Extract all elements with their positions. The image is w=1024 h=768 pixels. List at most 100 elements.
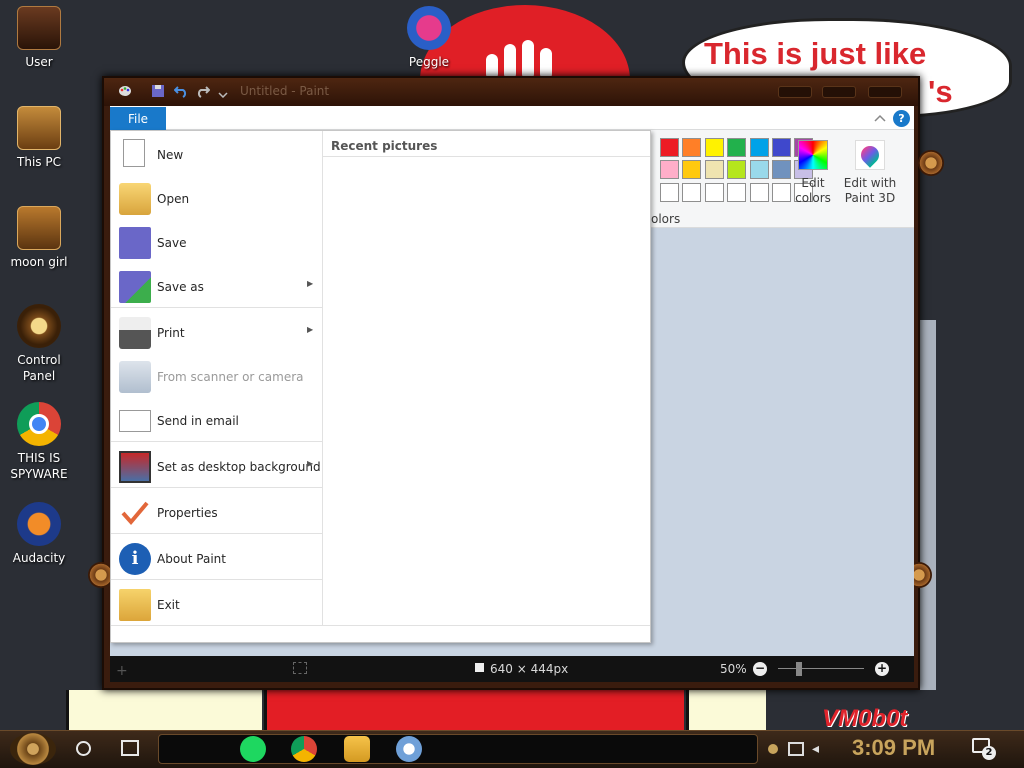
save-icon[interactable] — [151, 84, 165, 98]
notifications-icon[interactable]: 2 — [972, 738, 996, 760]
desktop-icon-spyware[interactable]: THIS IS SPYWARE — [0, 402, 78, 482]
menu-item-label: About Paint — [157, 552, 226, 566]
paint-icon[interactable] — [396, 736, 422, 762]
color-swatch[interactable] — [727, 160, 747, 180]
color-swatch[interactable] — [682, 138, 702, 157]
chevron-down-icon[interactable] — [216, 84, 230, 98]
color-swatch[interactable] — [660, 138, 679, 157]
color-swatch[interactable] — [749, 138, 769, 157]
collapse-ribbon-icon[interactable] — [874, 113, 886, 123]
peggle-icon — [407, 6, 451, 50]
tray-expand-icon[interactable] — [768, 744, 778, 754]
chrome-icon — [17, 402, 61, 446]
gear-icon — [918, 150, 944, 176]
desktop-icon-moon-girl[interactable]: moon girl — [0, 206, 78, 270]
checkmark-icon — [119, 497, 151, 529]
file-menu-commands: New Open Save Save as ▶ Print ▶ From scanner or… — [111, 131, 323, 625]
image-size-icon — [475, 663, 484, 672]
desktop-icon-label: Peggle — [408, 55, 450, 69]
cursor-position-icon: + — [116, 663, 128, 679]
menu-item-label: Save — [157, 236, 187, 250]
volume-muted-icon[interactable]: ◂ — [812, 741, 819, 757]
zoom-in-button[interactable]: + — [875, 662, 889, 676]
color-swatch[interactable] — [704, 182, 724, 202]
desktop-icon-audacity[interactable]: Audacity — [0, 502, 78, 566]
computer-icon — [17, 106, 61, 150]
zoom-out-button[interactable]: − — [753, 662, 767, 676]
file-menu-item-new[interactable]: New — [111, 133, 323, 177]
desktop-icon-peggle[interactable]: Peggle — [390, 6, 468, 70]
color-swatch[interactable] — [660, 160, 679, 180]
desktop-icon-label: User — [25, 55, 53, 69]
menu-item-label: Set as desktop background — [157, 460, 321, 474]
recent-pictures-divider — [323, 156, 650, 157]
colors-group-label: olors — [651, 212, 681, 226]
desktop-icon-user[interactable]: User — [0, 6, 78, 70]
exit-icon — [119, 589, 151, 621]
scanner-icon — [119, 361, 151, 393]
color-swatch[interactable] — [749, 182, 769, 202]
edit-colors-button[interactable]: Edit colors — [788, 176, 838, 206]
file-menu-item-set-as-desktop-background[interactable]: Set as desktop background ▶ — [111, 445, 323, 489]
file-tab[interactable]: File — [110, 107, 166, 130]
color-swatch[interactable] — [772, 138, 791, 157]
file-menu-item-print[interactable]: Print ▶ — [111, 311, 323, 355]
color-swatch[interactable] — [704, 138, 724, 157]
menu-item-label: From scanner or camera — [157, 370, 304, 384]
maximize-button[interactable] — [822, 86, 856, 98]
color-swatch[interactable] — [727, 182, 747, 202]
desktop-icon-label: This PC — [17, 155, 61, 169]
paint-app-icon — [119, 86, 131, 96]
info-icon: i — [119, 543, 151, 575]
desktop-icon-this-pc[interactable]: This PC — [0, 106, 78, 170]
file-menu-item-exit[interactable]: Exit — [111, 583, 323, 627]
new-document-icon — [123, 139, 145, 167]
chevron-right-icon: ▶ — [307, 279, 314, 288]
clock[interactable]: 3:09 PM — [852, 735, 935, 761]
file-explorer-icon[interactable] — [344, 736, 370, 762]
color-swatch[interactable] — [727, 138, 747, 157]
desktop-icon-label: Control Panel — [17, 353, 61, 383]
network-icon[interactable] — [788, 742, 804, 756]
file-menu-item-about-paint[interactable]: i About Paint — [111, 537, 323, 581]
file-menu-item-open[interactable]: Open — [111, 177, 323, 221]
file-menu-item-save-as[interactable]: Save as ▶ — [111, 265, 323, 309]
redo-icon[interactable] — [196, 84, 210, 98]
audacity-icon — [17, 502, 61, 546]
color-swatch[interactable] — [749, 160, 769, 180]
zoom-slider-handle[interactable] — [796, 662, 802, 676]
selection-size-icon — [293, 662, 307, 674]
control-panel-icon — [17, 304, 61, 348]
undo-icon[interactable] — [174, 84, 188, 98]
task-view-icon[interactable] — [121, 740, 139, 756]
wallpaper-panel-red — [264, 690, 684, 730]
wallpaper-hand-graphic — [486, 40, 552, 80]
color-swatch[interactable] — [682, 160, 702, 180]
chrome-icon[interactable] — [291, 736, 317, 762]
spotify-icon[interactable] — [240, 736, 266, 762]
close-button[interactable] — [868, 86, 902, 98]
color-swatch[interactable] — [660, 182, 679, 202]
desktop-icon-label: Audacity — [12, 551, 66, 565]
wallpaper-bubble-text-2: 's — [928, 74, 953, 109]
folder-icon — [17, 206, 61, 250]
file-menu-item-properties[interactable]: Properties — [111, 491, 323, 535]
desktop-background-icon — [119, 451, 151, 483]
file-menu-divider — [111, 625, 650, 626]
color-swatch[interactable] — [682, 182, 702, 202]
edit-with-paint3d-button[interactable]: Edit with Paint 3D — [842, 176, 898, 206]
file-menu: New Open Save Save as ▶ Print ▶ From scanner or… — [110, 130, 651, 643]
chevron-right-icon: ▶ — [307, 325, 314, 334]
file-menu-item-save[interactable]: Save — [111, 221, 323, 265]
start-button[interactable] — [10, 733, 56, 765]
file-menu-item-send-in-email[interactable]: Send in email — [111, 399, 323, 443]
minimize-button[interactable] — [778, 86, 812, 98]
color-swatch[interactable] — [704, 160, 724, 180]
zoom-slider[interactable] — [778, 668, 864, 669]
help-icon[interactable]: ? — [893, 110, 910, 127]
window-title: Untitled - Paint — [240, 84, 330, 98]
recent-pictures-header: Recent pictures — [331, 139, 438, 153]
desktop-icon-control-panel[interactable]: Control Panel — [0, 304, 78, 384]
search-icon[interactable] — [76, 741, 91, 756]
notification-count: 2 — [982, 746, 996, 760]
